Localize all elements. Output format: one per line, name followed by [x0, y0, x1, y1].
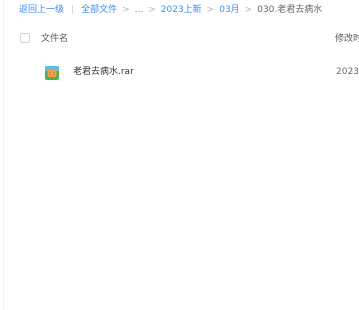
archive-file-icon [45, 65, 59, 80]
breadcrumb-item-2023-new[interactable]: 2023上新 [161, 3, 202, 17]
file-browser: 返回上一级 | 全部文件 > ... > 2023上新 > 03月 > 030.… [0, 0, 359, 310]
breadcrumb-item-all-files[interactable]: 全部文件 [81, 3, 117, 17]
breadcrumb-item-ellipsis[interactable]: ... [135, 3, 144, 17]
column-header-modified[interactable]: 修改时间 [335, 32, 359, 46]
select-all-checkbox[interactable] [20, 33, 30, 43]
back-link[interactable]: 返回上一级 [19, 3, 64, 17]
breadcrumb: 返回上一级 | 全部文件 > ... > 2023上新 > 03月 > 030.… [19, 3, 322, 17]
table-row[interactable]: 老君去病水.rar 2023- [4, 57, 359, 87]
breadcrumb-divider: | [71, 5, 75, 15]
table-header: 文件名 修改时间 [0, 26, 359, 52]
breadcrumb-separator: > [122, 5, 130, 15]
breadcrumb-separator: > [206, 5, 215, 15]
breadcrumb-separator: > [148, 5, 156, 15]
breadcrumb-separator: > [244, 5, 253, 15]
breadcrumb-item-march[interactable]: 03月 [219, 3, 239, 17]
breadcrumb-current: 030.老君去病水 [257, 5, 323, 15]
file-modified-date: 2023- [336, 67, 359, 77]
file-name[interactable]: 老君去病水.rar [73, 65, 134, 79]
column-header-filename[interactable]: 文件名 [41, 32, 68, 46]
